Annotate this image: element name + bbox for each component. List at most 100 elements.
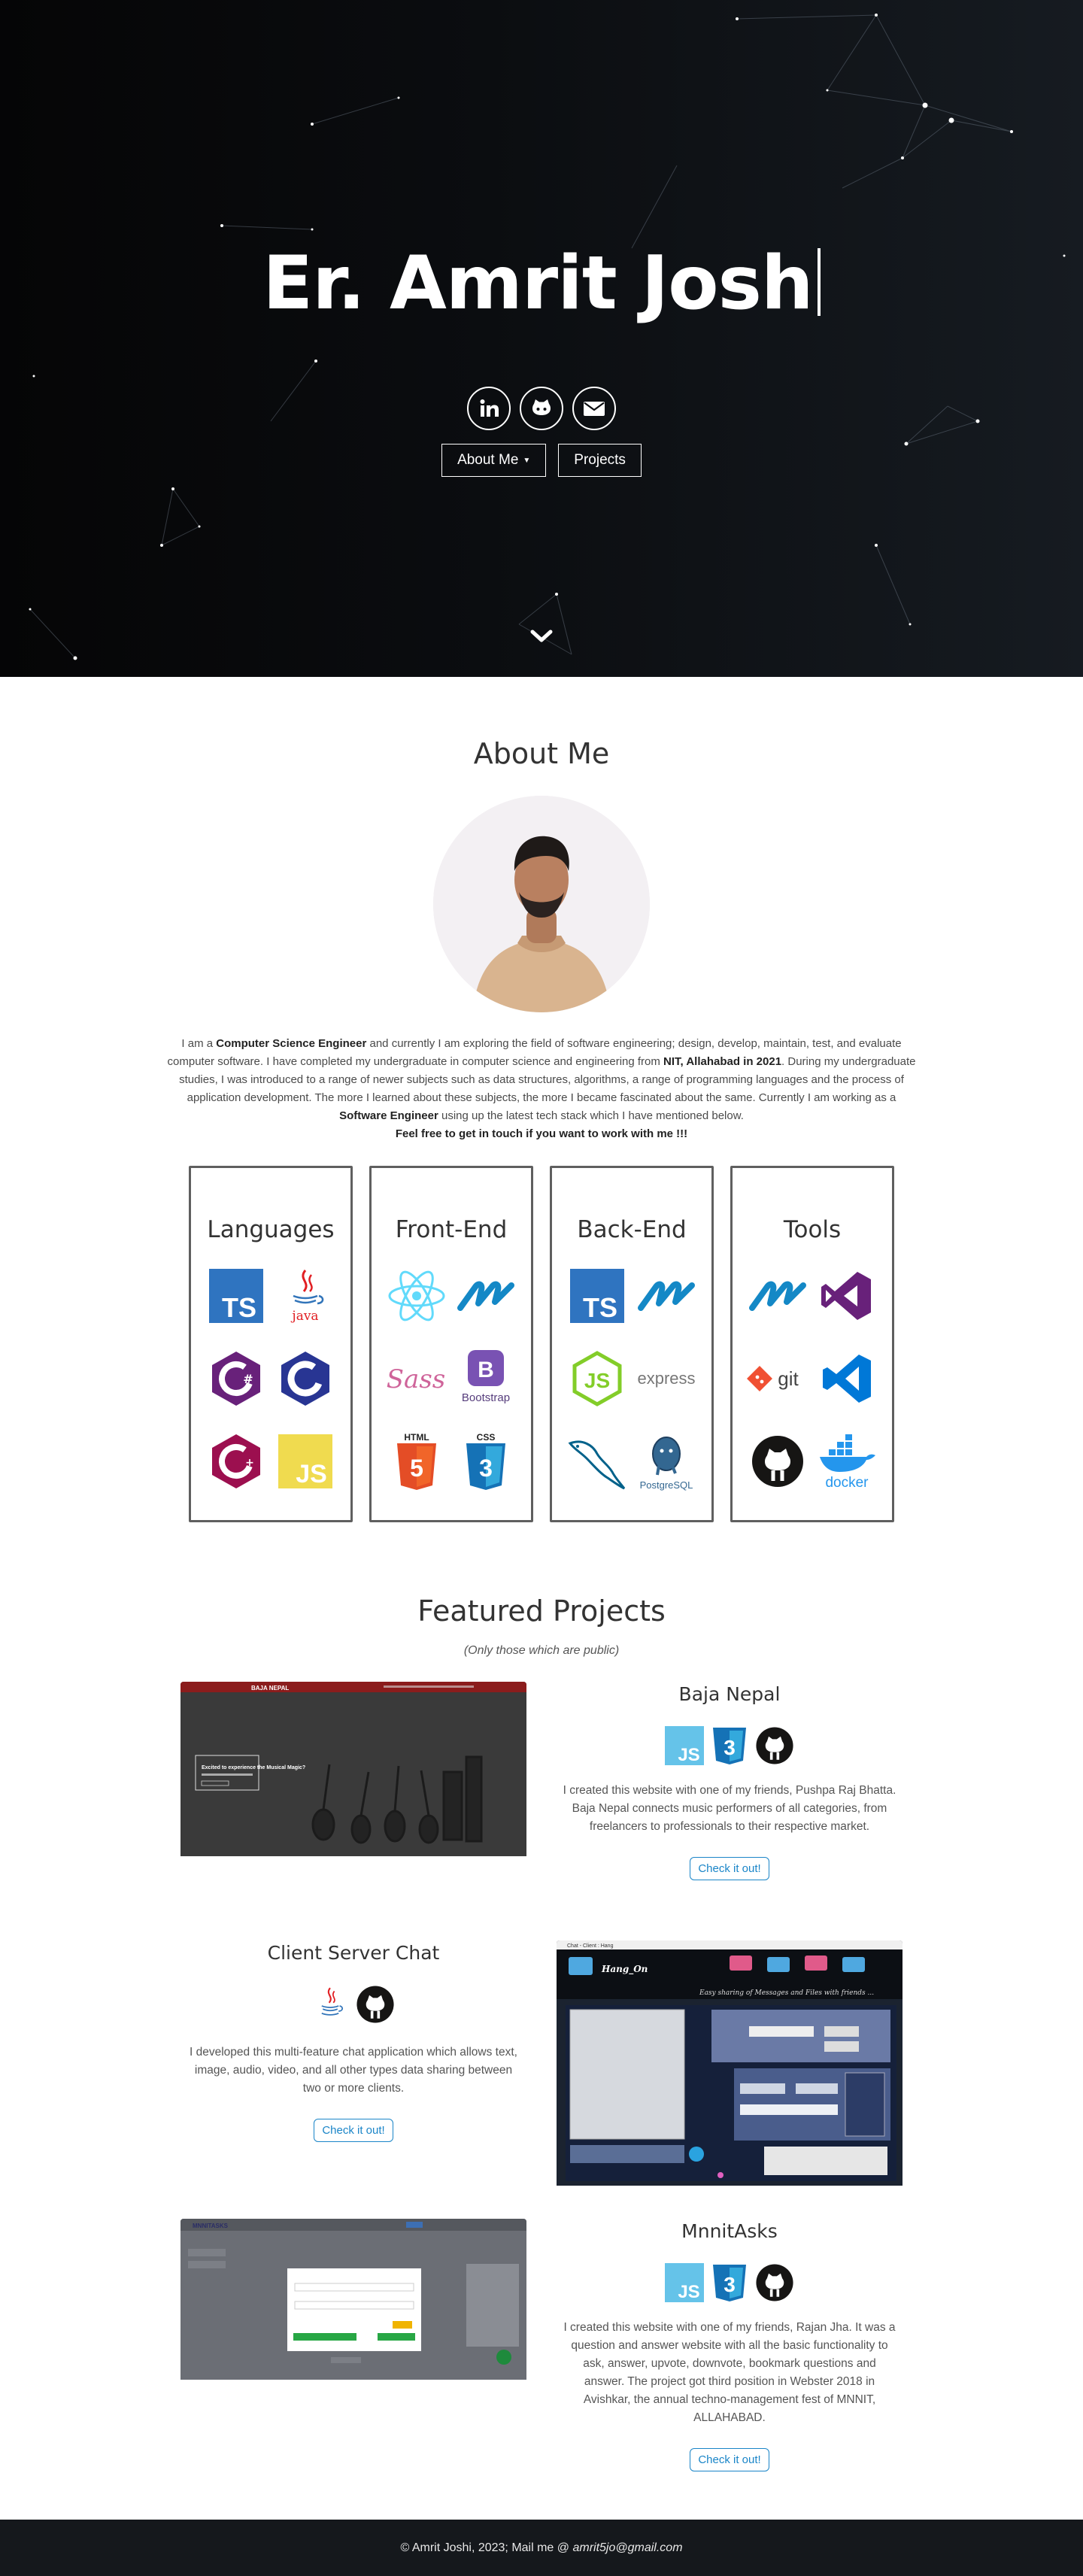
profile-photo [433,796,650,1012]
cplusplus-icon: + [202,1431,271,1491]
svg-text:express: express [637,1369,695,1388]
svg-text:3: 3 [724,1736,736,1759]
css3-icon: CSS 3 [451,1431,520,1491]
skill-card-backend: Back-End TS JS express PostgreSQL [550,1166,714,1522]
svg-text:BAJA NEPAL: BAJA NEPAL [251,1685,289,1692]
svg-text:Hang_On: Hang_On [601,1964,648,1975]
nextjs-icon [632,1266,701,1326]
hero-title: Er. Amrit Josh [0,241,1083,326]
skills-grid: Languages TS java # + JS Front-End Sass … [0,1166,1083,1522]
mail-icon [584,402,605,416]
java-icon [321,1987,343,2016]
svg-text:B: B [478,1358,494,1382]
svg-text:TS: TS [222,1292,256,1323]
java-icon: java [271,1266,340,1326]
footer: © Amrit Joshi, 2023; Mail me @ amrit5jo@… [0,2520,1083,2576]
github-icon[interactable] [755,2263,794,2302]
project-description: I developed this multi-feature chat appl… [190,2046,517,2095]
typescript-icon: TS [202,1266,271,1326]
git-icon: git [743,1349,812,1409]
javascript-icon: JS [271,1431,340,1491]
typing-cursor [817,248,821,316]
projects-button[interactable]: Projects [558,444,642,477]
skill-card-frontend: Front-End Sass B Bootstrap HTML 5 CSS 3 [369,1166,533,1522]
project-screenshot-mnnitasks[interactable]: MNNITASKS [180,2219,526,2383]
project-description: I created this website with one of my fr… [563,2321,896,2424]
sass-icon: Sass [382,1349,451,1409]
project-screenshot-client-server-chat[interactable]: Chat - Client : Hang Hang_On Easy sharin… [557,1940,902,2189]
skill-card-tools: Tools git docker [730,1166,894,1522]
svg-text:docker: docker [825,1475,869,1490]
svg-text:Easy sharing of Messages and F: Easy sharing of Messages and Files with … [699,1989,874,1997]
footer-email-link[interactable]: amrit5jo@gmail.com [572,2541,682,2555]
project-info-baja-nepal: Baja Nepal JS 3 I created this website w… [557,1682,902,1880]
skill-card-title: Languages [207,1216,335,1243]
about-me-button[interactable]: About Me ▼ [441,444,547,477]
projects-subtitle: (Only those which are public) [463,1644,620,1657]
svg-text:git: git [778,1367,799,1390]
project-row-mnnitasks: MNNITASKS MnnitAsks JS 3 I created this … [180,2219,902,2471]
svg-text:JS: JS [584,1369,610,1392]
github-icon [532,399,551,415]
svg-text:JS: JS [296,1460,327,1488]
scroll-down-chevron-icon[interactable] [529,629,554,645]
skill-card-title: Front-End [395,1216,508,1243]
visual-studio-icon [812,1266,881,1326]
github-icon[interactable] [356,1985,395,2024]
check-it-out-button[interactable]: Check it out! [690,1857,769,1880]
svg-text:java: java [290,1309,318,1324]
footer-text: © Amrit Joshi, 2023; Mail me @ [400,2541,570,2554]
svg-text:CSS: CSS [477,1432,496,1443]
projects-title: Featured Projects [417,1594,666,1628]
c-icon [271,1349,340,1409]
svg-text:MNNITASKS: MNNITASKS [193,2223,229,2229]
projects-section: Featured Projects (Only those which are … [0,1522,1083,2471]
github-link[interactable] [520,387,563,430]
caret-down-icon: ▼ [523,456,531,465]
linkedin-link[interactable] [467,387,511,430]
javascript-icon: JS [665,2263,704,2302]
project-tech-icons: JS 3 [557,1726,902,1765]
project-row-baja-nepal: BAJA NEPAL Excited to experience the Mus… [180,1682,902,1880]
about-title: About Me [473,737,610,770]
check-it-out-button[interactable]: Check it out! [314,2119,393,2142]
skill-card-title: Tools [783,1216,842,1243]
svg-text:5: 5 [410,1455,423,1482]
svg-text:JS: JS [678,2282,699,2302]
about-me-label: About Me [457,452,519,468]
skill-card-title: Back-End [577,1216,687,1243]
social-links [0,387,1083,430]
mysql-icon [563,1431,632,1491]
html5-icon: HTML 5 [382,1431,451,1491]
svg-text:3: 3 [724,2273,736,2296]
mail-link[interactable] [572,387,616,430]
project-title: Client Server Chat [267,1942,440,1964]
vscode-icon [812,1349,881,1409]
svg-text:#: # [243,1372,253,1386]
about-section: About Me I am a Computer Science Enginee… [0,677,1083,1522]
about-paragraph: I am a Computer Science Engineer and cur… [167,1037,916,1122]
project-description: I created this website with one of my fr… [563,1784,896,1833]
particle-network-background [29,14,1066,660]
react-icon [382,1266,451,1326]
project-screenshot-baja-nepal[interactable]: BAJA NEPAL Excited to experience the Mus… [180,1682,526,1859]
hero-section: Er. Amrit Josh About Me ▼ Projects [0,0,1083,677]
docker-icon: docker [812,1431,881,1491]
check-it-out-button[interactable]: Check it out! [690,2448,769,2471]
linkedin-icon [480,399,499,417]
project-info-mnnitasks: MnnitAsks JS 3 I created this website wi… [557,2219,902,2471]
nodejs-icon: JS [563,1349,632,1409]
svg-text:PostgreSQL: PostgreSQL [640,1479,693,1491]
postgresql-icon: PostgreSQL [632,1431,701,1491]
about-cta: Feel free to get in touch if you want to… [395,1127,688,1140]
project-tech-icons: JS 3 [557,2263,902,2302]
skill-card-languages: Languages TS java # + JS [189,1166,353,1522]
css3-icon: 3 [713,2265,746,2301]
express-icon: express [632,1349,701,1409]
hero-nav-buttons: About Me ▼ Projects [0,444,1083,477]
project-title: Baja Nepal [678,1683,781,1705]
github-icon [743,1431,812,1491]
nextjs-icon [743,1266,812,1326]
github-icon[interactable] [755,1726,794,1765]
svg-text:Sass: Sass [387,1364,445,1394]
